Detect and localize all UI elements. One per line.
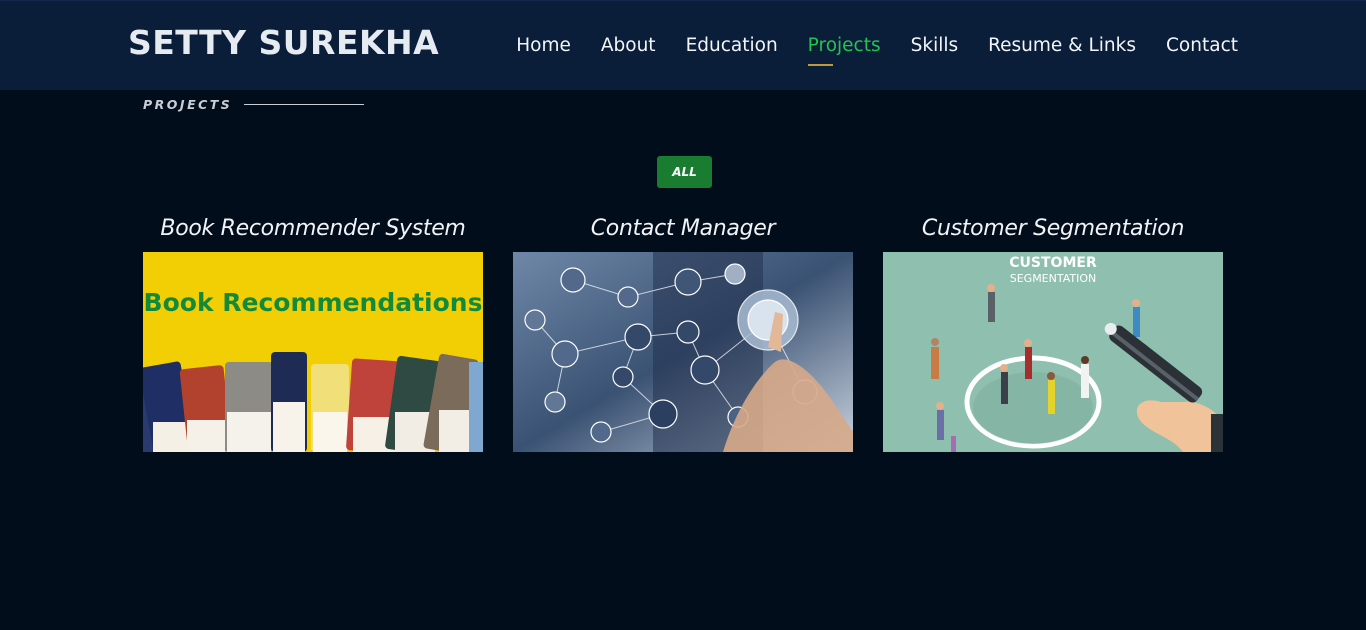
customer-text: CUSTOMER	[1009, 255, 1097, 271]
main-nav: Home About Education Projects Skills Res…	[516, 35, 1238, 66]
section-title-text: PROJECTS	[143, 97, 233, 112]
nav-resume-links[interactable]: Resume & Links	[988, 35, 1136, 66]
section-title: PROJECTS	[143, 97, 365, 112]
books-image[interactable]: Book Recommendations	[143, 252, 483, 452]
segmentation-text: SEGMENTATION	[1010, 272, 1097, 285]
nav-education[interactable]: Education	[686, 35, 778, 66]
project-title[interactable]: Contact Manager	[513, 210, 853, 252]
filter-all-button[interactable]: ALL	[657, 156, 712, 188]
project-card-contact-manager[interactable]: Contact Manager	[513, 210, 853, 452]
nav-home[interactable]: Home	[516, 35, 571, 66]
section-title-rule	[244, 104, 365, 105]
book-recommendations-text: Book Recommendations	[144, 288, 483, 317]
segmentation-illustration-image[interactable]: CUSTOMER SEGMENTATION	[883, 252, 1223, 452]
nav-contact[interactable]: Contact	[1166, 35, 1238, 66]
project-title[interactable]: Book Recommender System	[143, 210, 483, 252]
project-card-customer-segmentation[interactable]: Customer Segmentation CUSTOMER SEGMENTAT…	[883, 210, 1223, 452]
nav-skills[interactable]: Skills	[911, 35, 959, 66]
project-title[interactable]: Customer Segmentation	[883, 210, 1223, 252]
project-card-book-recommender[interactable]: Book Recommender System Book Recommendat…	[143, 210, 483, 452]
site-logo-text[interactable]: SETTY SUREKHA	[128, 23, 439, 62]
network-contacts-image[interactable]	[513, 252, 853, 452]
nav-projects[interactable]: Projects	[807, 35, 881, 66]
site-header: SETTY SUREKHA Home About Education Proje…	[0, 0, 1366, 90]
nav-about[interactable]: About	[601, 35, 656, 66]
